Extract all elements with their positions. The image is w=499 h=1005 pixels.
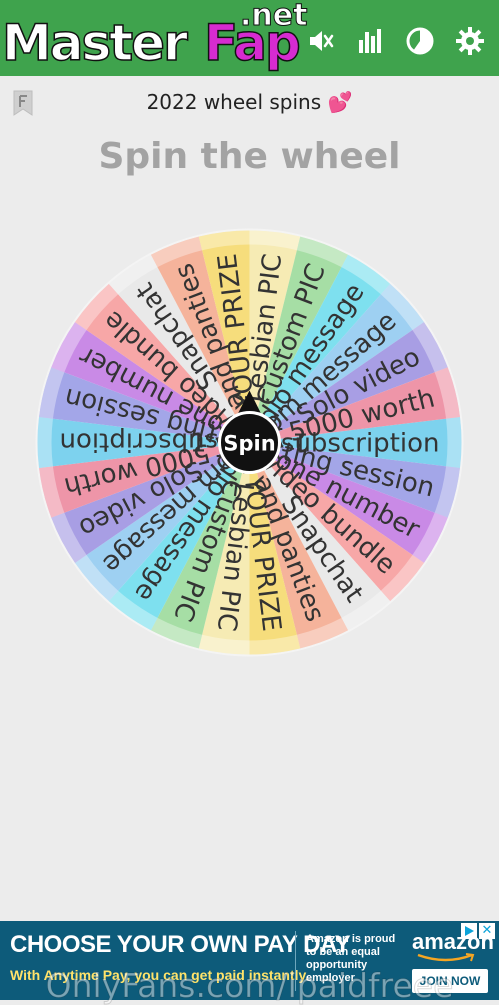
ad-close-icon[interactable]: ✕: [479, 923, 495, 939]
wheel-segment-band: [37, 416, 53, 469]
stats-icon[interactable]: [356, 26, 386, 56]
wheel-segment-band: [446, 416, 462, 469]
heart-emoji-icon: 💕: [327, 90, 353, 114]
watermark-brand-suffix: .net: [239, 0, 308, 34]
settings-icon[interactable]: [455, 26, 485, 56]
spin-button-label: Spin: [223, 432, 275, 456]
watermark-banner: Master Fap .net: [0, 0, 499, 76]
ad-info-icon[interactable]: [461, 923, 477, 939]
ad-headline: CHOOSE YOUR OWN PAY DAY: [10, 931, 351, 958]
pie-icon[interactable]: [405, 26, 435, 56]
page-heading: Spin the wheel: [98, 136, 401, 177]
footer-watermark: OnlyFans.com/ipaidfreee: [45, 966, 454, 1005]
wheel-title-text: 2022 wheel spins: [146, 90, 322, 114]
watermark-brand-part1: Master: [1, 13, 188, 73]
amazon-smile-icon: [417, 953, 475, 962]
prize-wheel[interactable]: 1 year subscriptionSexting sessionPhone …: [32, 225, 467, 660]
wheel-title: 2022 wheel spins 💕: [0, 90, 499, 114]
mute-icon[interactable]: [305, 26, 335, 56]
